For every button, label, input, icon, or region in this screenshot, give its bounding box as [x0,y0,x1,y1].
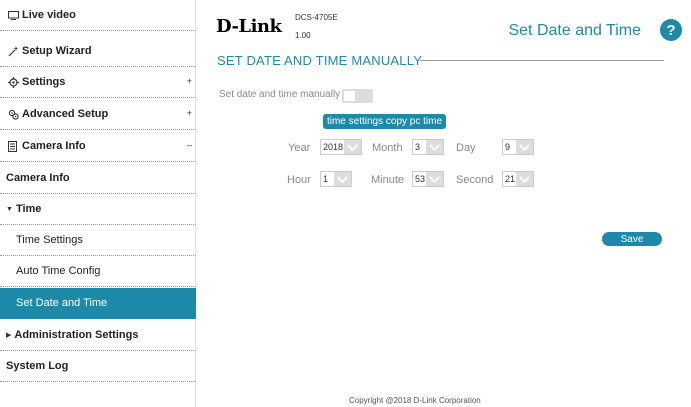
copyright-text: Copyright @2018 D-Link Corporation [349,396,481,405]
sidebar-item-administration-settings[interactable]: ▶ Administration Settings [0,320,196,351]
collapse-icon: – [186,140,192,150]
chevron-down-icon [516,172,533,186]
model-name: DCS-4705E [295,13,338,22]
firmware-version: 1.00 [295,31,311,40]
sidebar-item-label: System Log [6,360,69,372]
second-value: 21 [505,174,516,184]
gear-icon [6,76,20,88]
wand-icon [6,45,20,57]
month-label: Month [372,142,403,154]
hour-select[interactable]: 1 [320,171,352,187]
sidebar-item-time-settings[interactable]: Time Settings [0,225,196,256]
section-title: SET DATE AND TIME MANUALLY [217,53,423,68]
expand-icon: + [186,76,192,86]
manual-toggle-label: Set date and time manually [219,89,341,100]
second-label: Second [456,174,494,186]
sidebar-item-label: Camera Info [22,140,86,152]
chevron-down-icon [344,140,361,154]
sidebar-item-label: Camera Info [6,172,70,184]
sidebar-item-label: Advanced Setup [22,108,109,120]
hour-label: Hour [287,174,311,186]
sidebar-item-time[interactable]: ▼ Time [0,194,196,225]
minute-select[interactable]: 53 [412,171,444,187]
triangle-down-icon: ▼ [6,205,13,213]
hour-value: 1 [323,174,329,184]
month-value: 3 [415,142,421,152]
chevron-down-icon [426,172,443,186]
sidebar-item-label: Settings [22,76,66,88]
sidebar-item-camera-info[interactable]: Camera Info – [0,131,196,162]
sidebar-item-auto-time-config[interactable]: Auto Time Config [0,256,196,287]
sidebar-item-settings[interactable]: Settings + [0,67,196,98]
sidebar-item-label: Set Date and Time [16,297,108,309]
minute-value: 53 [415,174,426,184]
help-icon[interactable]: ? [660,19,682,41]
expand-icon: + [186,108,192,118]
sidebar-item-advanced-setup[interactable]: Advanced Setup + [0,99,196,130]
sidebar-item-label: Auto Time Config [16,265,101,277]
sidebar: Live video Setup Wizard Settings + Advan… [0,0,196,407]
chevron-down-icon [334,172,351,186]
dlink-logo: D-Link [216,16,282,37]
triangle-right-icon: ▶ [6,332,12,339]
manual-toggle[interactable] [342,89,373,103]
chevron-down-icon [516,140,533,154]
year-label: Year [288,142,311,154]
sidebar-item-label: Setup Wizard [22,45,92,57]
chevron-down-icon [426,140,443,154]
save-button[interactable]: Save [602,232,662,246]
year-value: 2018 [323,142,344,152]
year-select[interactable]: 2018 [320,139,362,155]
day-select[interactable]: 9 [502,139,534,155]
copy-pc-time-button[interactable]: time settings copy pc time [323,114,446,129]
document-icon [6,140,20,152]
sidebar-item-label: Live video [22,9,76,21]
sidebar-item-label: Time Settings [16,234,83,246]
page-title: Set Date and Time [508,22,641,39]
day-value: 9 [505,142,511,152]
main-content: D-Link DCS-4705E 1.00 Set Date and Time … [196,0,691,407]
monitor-icon [6,10,20,20]
second-select[interactable]: 21 [502,171,534,187]
minute-label: Minute [371,174,405,186]
sidebar-item-camera-info-sub[interactable]: Camera Info [0,163,196,194]
toggle-knob [344,91,355,101]
sidebar-item-label: Administration Settings [14,329,139,341]
month-select[interactable]: 3 [412,139,444,155]
gears-icon [6,109,20,120]
day-label: Day [456,142,476,154]
section-divider [420,60,664,61]
sidebar-item-setup-wizard[interactable]: Setup Wizard [0,36,196,67]
sidebar-item-live-video[interactable]: Live video [0,0,196,31]
sidebar-item-set-date-and-time[interactable]: Set Date and Time [0,288,196,319]
sidebar-item-system-log[interactable]: System Log [0,351,196,382]
sidebar-item-label: Time [15,203,42,215]
